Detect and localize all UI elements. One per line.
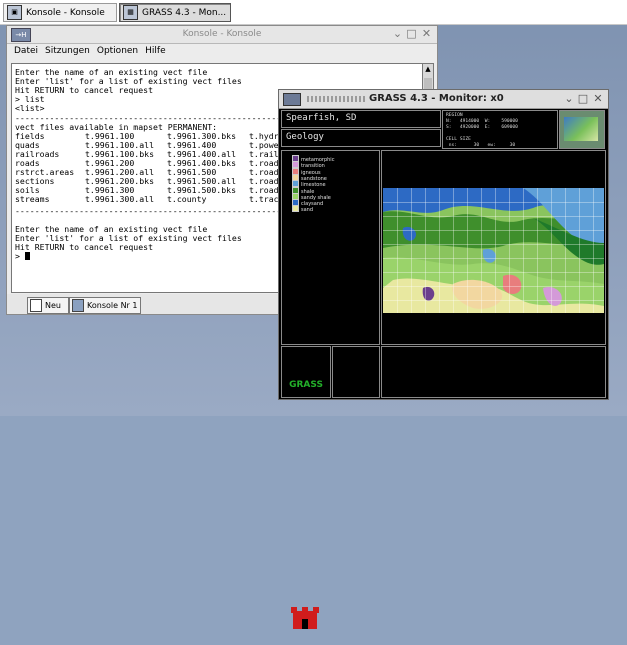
tab-label: Konsole Nr 1 — [87, 301, 138, 310]
konsole-icon — [72, 299, 84, 312]
overview-map — [564, 117, 598, 141]
titlebar-grip — [307, 96, 367, 102]
new-document-icon — [30, 299, 42, 312]
konsole-icon: ▣ — [7, 5, 22, 20]
status-panel — [381, 346, 606, 398]
maximize-icon[interactable]: □ — [577, 92, 589, 106]
table-row: streams t.9961.300.all t.county t.trac — [15, 194, 279, 204]
region-panel: REGION N: 4914000 W: 590000 S: 4920000 E… — [442, 110, 558, 149]
taskbar-item-konsole[interactable]: ▣ Konsole - Konsole — [3, 3, 117, 22]
tab-konsole-1[interactable]: Konsole Nr 1 — [69, 297, 141, 314]
region-info: REGION N: 4914000 W: 590000 S: 4920000 E… — [446, 113, 518, 148]
window-menu-icon[interactable] — [283, 93, 301, 106]
minimize-icon[interactable]: ⌄ — [391, 27, 404, 41]
table-row: sections t.9961.200.bks t.9961.500.all t.ro… — [15, 176, 279, 186]
grass-monitor-icon: ▦ — [123, 5, 138, 20]
grass-logo-panel: GRASS — [281, 346, 331, 629]
menu-datei[interactable]: Datei — [14, 46, 38, 56]
new-session-button[interactable]: Neu — [27, 297, 69, 314]
legend-swatch — [292, 205, 299, 213]
map-grid-overlay — [383, 188, 604, 313]
table-row: railroads t.9961.100.bks t.9961.400.all t.r… — [15, 149, 279, 159]
konsole-titlebar[interactable]: →H Konsole - Konsole ⌄ □ ✕ — [7, 26, 437, 44]
taskbar-item-label: GRASS 4.3 - Mon... — [142, 7, 227, 18]
menubar: Datei Sitzungen Optionen Hilfe — [7, 44, 437, 60]
grass-monitor-window: GRASS 4.3 - Monitor: x0 ⌄ □ ✕ Spearfish,… — [278, 89, 609, 629]
text-cursor — [24, 252, 30, 260]
taskbar-item-label: Konsole - Konsole — [26, 7, 105, 18]
tab-label: Neu — [45, 301, 61, 310]
window-title: GRASS 4.3 - Monitor: x0 — [369, 93, 504, 104]
location-label: Spearfish, SD — [286, 113, 357, 123]
vect-file-table: fields t.9961.100 t.9961.300.bks t.hydr qua… — [15, 132, 279, 204]
legend-label: sand — [301, 207, 314, 214]
map-display-panel[interactable] — [381, 150, 606, 345]
terminal-prompt[interactable]: > — [15, 252, 30, 261]
taskbar: ▣ Konsole - Konsole ▦ GRASS 4.3 - Mon... — [0, 0, 627, 25]
menu-hilfe[interactable]: Hilfe — [145, 46, 165, 56]
scroll-up-icon[interactable]: ▲ — [423, 64, 433, 74]
taskbar-item-grass[interactable]: ▦ GRASS 4.3 - Mon... — [119, 3, 231, 22]
grass-logo-text: GRASS — [289, 380, 323, 390]
map-name-panel: Geology — [281, 129, 441, 147]
maximize-icon[interactable]: □ — [405, 27, 418, 41]
location-panel: Spearfish, SD — [281, 110, 441, 128]
map-name-label: Geology — [286, 132, 324, 142]
menu-optionen[interactable]: Optionen — [97, 46, 138, 56]
overview-thumbnail[interactable] — [559, 110, 605, 149]
close-icon[interactable]: ✕ — [592, 92, 604, 106]
minimize-icon[interactable]: ⌄ — [563, 92, 575, 106]
close-icon[interactable]: ✕ — [420, 27, 433, 41]
empty-panel — [332, 346, 380, 398]
grass-titlebar[interactable]: GRASS 4.3 - Monitor: x0 ⌄ □ ✕ — [279, 90, 608, 109]
terminal-line: Hit RETURN to cancel request — [15, 242, 154, 252]
legend-panel: metamorphic transition igneous sandstone lim… — [281, 150, 380, 345]
terminal-separator: ----------------------------------------… — [15, 206, 301, 216]
terminal-line: <list> — [15, 103, 45, 113]
grass-logo-icon — [291, 607, 319, 629]
menu-sitzungen[interactable]: Sitzungen — [45, 46, 90, 56]
legend-item: sand — [292, 205, 313, 213]
window-title: Konsole - Konsole — [182, 29, 262, 39]
